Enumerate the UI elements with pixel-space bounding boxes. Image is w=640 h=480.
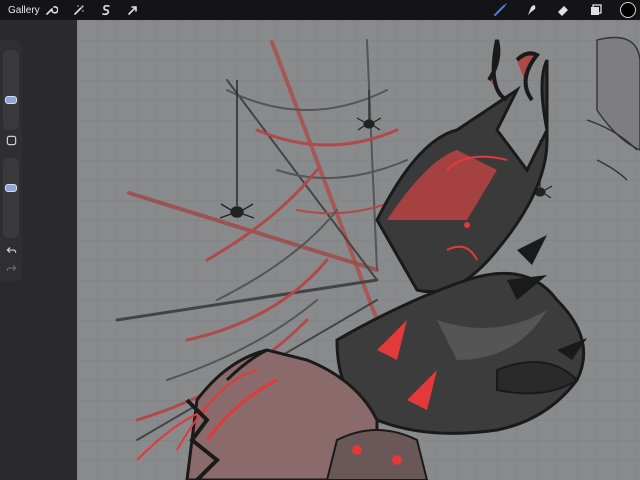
artwork bbox=[77, 20, 640, 480]
opacity-slider[interactable] bbox=[3, 158, 19, 238]
drawing-canvas[interactable] bbox=[77, 20, 640, 480]
redo-icon[interactable] bbox=[5, 262, 17, 274]
wrench-icon[interactable] bbox=[43, 2, 59, 18]
brush-icon[interactable] bbox=[492, 2, 508, 18]
top-toolbar: Gallery bbox=[0, 0, 640, 20]
opacity-handle[interactable] bbox=[5, 184, 17, 192]
eraser-icon[interactable] bbox=[555, 2, 571, 18]
smudge-icon[interactable] bbox=[523, 2, 539, 18]
sidebar bbox=[0, 40, 22, 282]
selection-s-icon[interactable] bbox=[98, 2, 114, 18]
brush-size-handle[interactable] bbox=[5, 96, 17, 104]
gallery-button[interactable]: Gallery bbox=[8, 5, 40, 16]
square-icon[interactable] bbox=[5, 134, 17, 146]
arrow-cursor-icon[interactable] bbox=[125, 2, 141, 18]
brush-size-slider[interactable] bbox=[3, 50, 19, 130]
layers-icon[interactable] bbox=[588, 2, 604, 18]
color-picker-swatch[interactable] bbox=[620, 2, 636, 18]
undo-icon[interactable] bbox=[5, 244, 17, 256]
magic-wand-icon[interactable] bbox=[71, 2, 87, 18]
